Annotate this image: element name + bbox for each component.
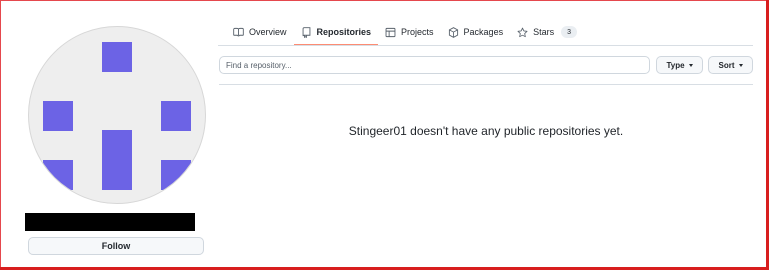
- identicon-block: [102, 42, 132, 72]
- content-divider: [219, 84, 753, 85]
- tab-label: Projects: [401, 27, 434, 37]
- package-icon: [448, 26, 458, 38]
- tab-overview[interactable]: Overview: [226, 20, 294, 44]
- book-icon: [233, 27, 244, 36]
- tab-stars[interactable]: Stars 3: [510, 20, 584, 44]
- redacted-username: [25, 213, 195, 231]
- sort-filter-label: Sort: [718, 60, 735, 70]
- table-icon: [385, 27, 396, 37]
- identicon-block: [161, 101, 191, 131]
- identicon-block: [43, 101, 73, 131]
- type-filter-button[interactable]: Type: [656, 56, 703, 74]
- profile-tabs: Overview Repositories Projects Packages …: [226, 20, 584, 46]
- avatar[interactable]: [28, 26, 206, 204]
- tab-packages[interactable]: Packages: [441, 20, 511, 44]
- repository-search-input[interactable]: [219, 56, 650, 74]
- sort-filter-button[interactable]: Sort: [708, 56, 753, 74]
- tab-label: Overview: [249, 27, 287, 37]
- empty-state-message: Stingeer01 doesn't have any public repos…: [348, 124, 624, 138]
- tab-label: Repositories: [316, 27, 372, 37]
- chevron-down-icon: [738, 63, 743, 67]
- tabs-divider: [218, 45, 753, 46]
- identicon-block: [102, 130, 132, 190]
- stars-count-badge: 3: [561, 26, 578, 38]
- repo-icon: [302, 26, 310, 38]
- identicon-block: [43, 160, 73, 190]
- tab-repositories[interactable]: Repositories: [293, 20, 379, 46]
- chevron-down-icon: [688, 63, 693, 67]
- tab-label: Stars: [533, 27, 555, 37]
- identicon-block: [161, 160, 191, 190]
- tab-projects[interactable]: Projects: [378, 20, 441, 44]
- tab-label: Packages: [463, 27, 504, 37]
- type-filter-label: Type: [666, 60, 685, 70]
- follow-button[interactable]: Follow: [28, 237, 204, 255]
- star-icon: [517, 27, 528, 37]
